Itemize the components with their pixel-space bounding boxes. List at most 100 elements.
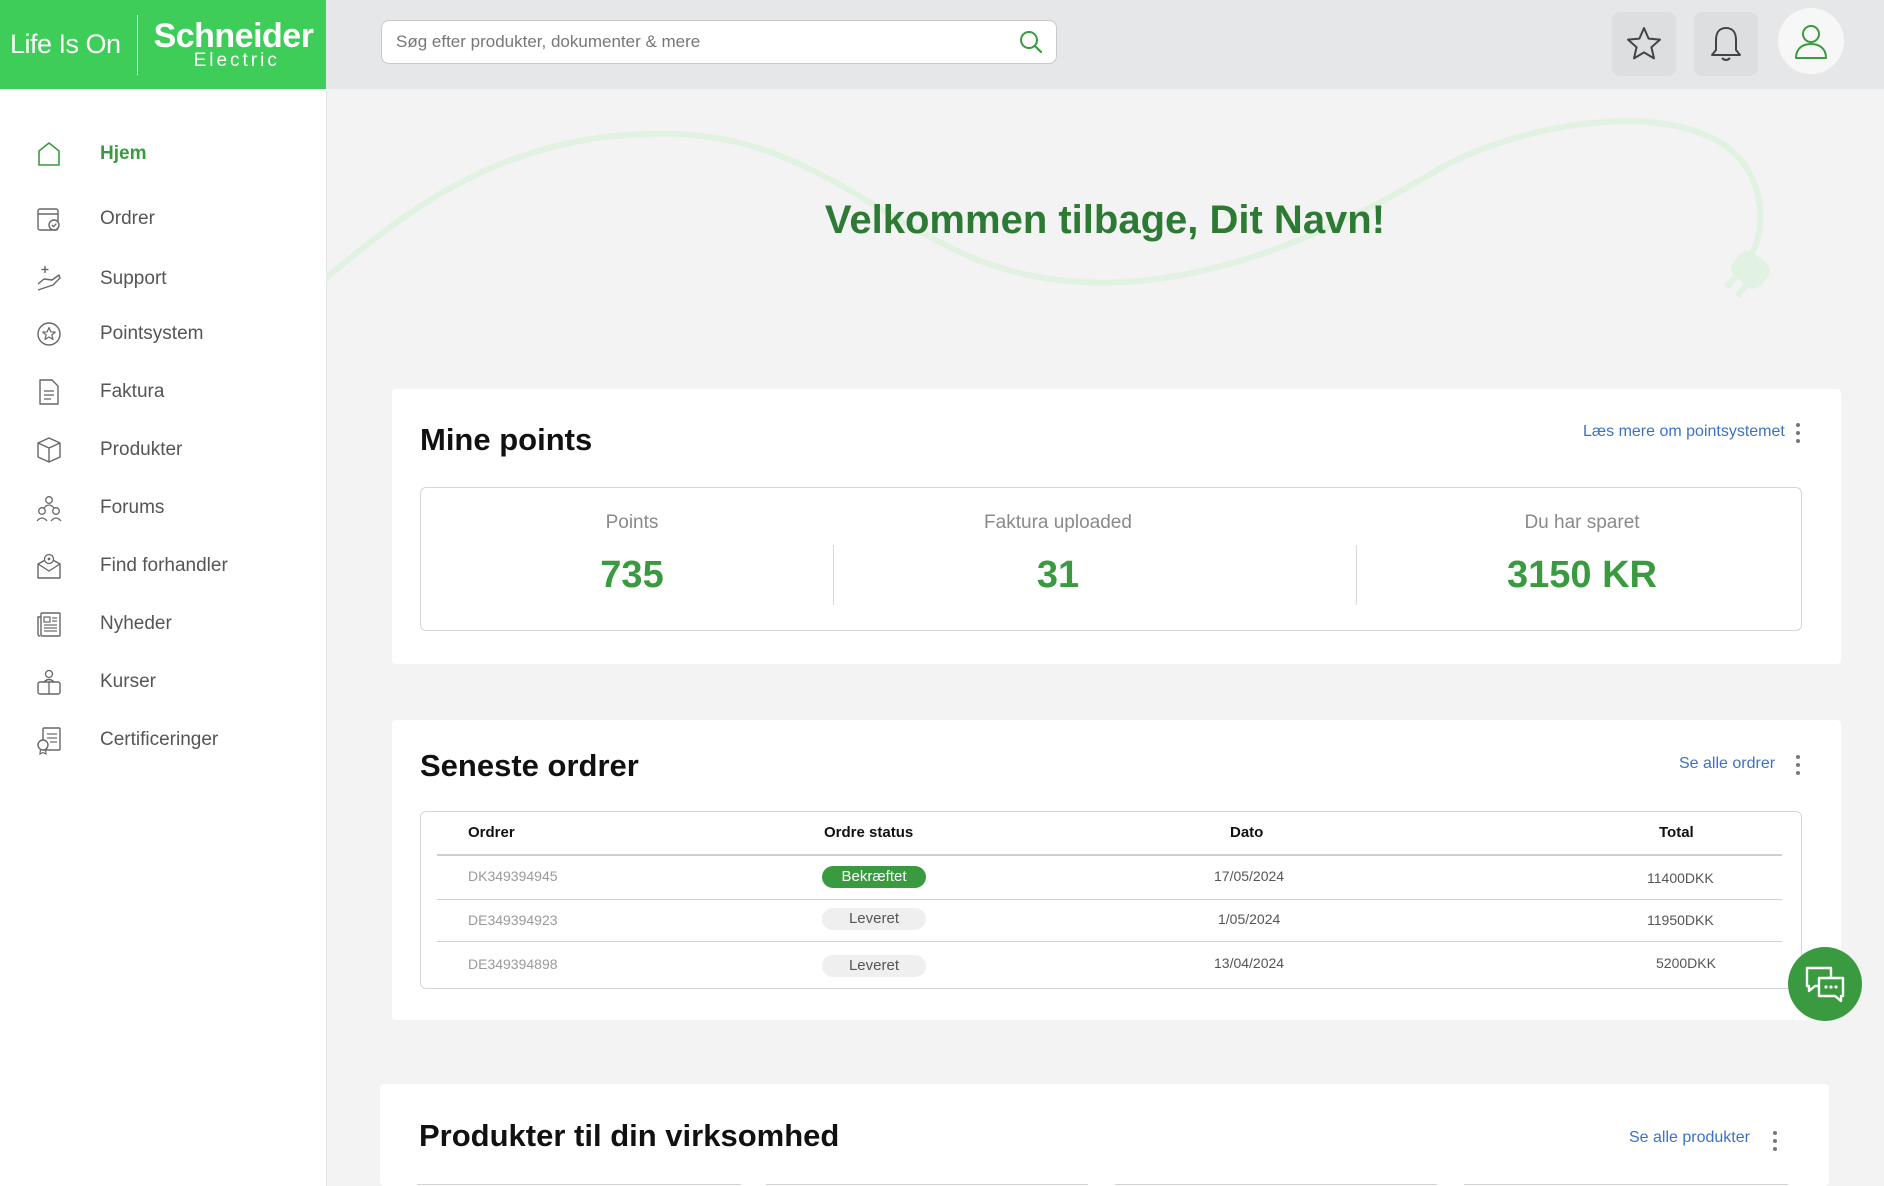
stat-value: 3150 KR: [1507, 554, 1657, 596]
stat-points: Points 735: [421, 488, 843, 630]
people-icon: [36, 496, 62, 522]
courses-icon: [37, 669, 61, 695]
product-card-edge: [417, 1184, 741, 1185]
sidebar-item-label: Nyheder: [100, 613, 172, 634]
brand-logo[interactable]: Life Is On Schneider Electric: [0, 0, 326, 89]
certificate-icon: [37, 727, 61, 755]
sidebar-item-label: Faktura: [100, 381, 165, 402]
stat-invoices: Faktura uploaded 31: [848, 488, 1268, 630]
product-card-edge: [1464, 1184, 1788, 1185]
points-title: Mine points: [420, 422, 593, 457]
orders-more-menu[interactable]: [1794, 755, 1802, 775]
search-icon[interactable]: [1018, 29, 1044, 55]
order-date: 1/05/2024: [1218, 911, 1281, 927]
star-icon: [1627, 27, 1661, 60]
sidebar-item-label: Find forhandler: [100, 555, 228, 576]
box-icon: [37, 437, 61, 463]
points-more-menu[interactable]: [1794, 423, 1802, 443]
sidebar-item-certificeringer[interactable]: Certificeringer: [0, 716, 326, 764]
star-badge-icon: [37, 322, 61, 346]
order-id[interactable]: DE349394923: [468, 912, 558, 928]
see-all-products-link[interactable]: Se alle produkter: [1629, 1129, 1750, 1147]
invoice-icon: [39, 379, 59, 405]
sidebar-item-label: Produkter: [100, 439, 183, 460]
sidebar-item-pointsystem[interactable]: Pointsystem: [0, 310, 326, 358]
sidebar-item-label: Forums: [100, 497, 165, 518]
sidebar-item-label: Support: [100, 268, 167, 289]
life-is-on-logo: Life Is On: [10, 29, 121, 59]
sidebar-item-nyheder[interactable]: Nyheder: [0, 600, 326, 648]
row-divider: [437, 899, 1782, 900]
search-input[interactable]: [396, 32, 1018, 52]
orders-icon: [37, 208, 60, 231]
status-badge: Leveret: [822, 955, 926, 977]
brand-sub: Electric: [193, 50, 280, 71]
product-card-edge: [766, 1184, 1088, 1185]
order-date: 17/05/2024: [1214, 868, 1285, 884]
stat-label: Faktura uploaded: [984, 512, 1132, 533]
chat-button[interactable]: [1788, 947, 1862, 1021]
sidebar-item-label: Hjem: [100, 143, 147, 164]
column-header: Dato: [1230, 824, 1264, 841]
points-card: Mine points Læs mere om pointsystemet Po…: [392, 389, 1841, 664]
sidebar-item-hjem[interactable]: Hjem: [0, 130, 326, 178]
orders-title: Seneste ordrer: [420, 748, 639, 783]
sidebar: Hjem Ordrer Support Pointsystem Faktura …: [0, 89, 327, 1186]
order-total: 5200DKK: [1656, 955, 1716, 971]
products-card: Produkter til din virksomhed Se alle pro…: [380, 1084, 1829, 1186]
header-divider: [437, 854, 1782, 856]
product-card-edge: [1115, 1184, 1437, 1185]
see-all-orders-link[interactable]: Se alle ordrer: [1679, 755, 1775, 773]
logo-divider: [136, 14, 138, 75]
order-date: 13/04/2024: [1214, 955, 1285, 971]
stat-divider: [1356, 545, 1357, 605]
support-icon: [37, 266, 61, 291]
products-more-menu[interactable]: [1771, 1131, 1779, 1151]
home-icon: [38, 142, 60, 166]
column-header: Total: [1659, 824, 1694, 841]
notifications-button[interactable]: [1694, 12, 1758, 76]
favorites-button[interactable]: [1612, 12, 1676, 76]
dealer-map-icon: [37, 553, 61, 579]
points-info-link[interactable]: Læs mere om pointsystemet: [1583, 423, 1785, 441]
stat-value: 735: [600, 554, 664, 596]
stat-divider: [833, 545, 834, 605]
column-header: Ordrer: [468, 824, 515, 841]
row-divider: [437, 941, 1782, 942]
order-id[interactable]: DK349394945: [468, 868, 558, 884]
sidebar-item-support[interactable]: Support: [0, 255, 326, 303]
stat-label: Du har sparet: [1524, 512, 1640, 533]
sidebar-item-find-forhandler[interactable]: Find forhandler: [0, 542, 326, 590]
sidebar-item-label: Ordrer: [100, 208, 155, 229]
order-total: 11950DKK: [1647, 912, 1714, 928]
welcome-heading: Velkommen tilbage, Dit Navn!: [824, 198, 1386, 242]
sidebar-item-label: Kurser: [100, 671, 156, 692]
user-profile-button[interactable]: [1778, 8, 1844, 74]
sidebar-item-produkter[interactable]: Produkter: [0, 426, 326, 474]
order-id[interactable]: DE349394898: [468, 956, 558, 972]
status-badge: Leveret: [822, 908, 926, 930]
chat-icon: [1805, 966, 1845, 1003]
brand-name: Schneider: [153, 17, 314, 55]
points-stats-box: Points 735 Faktura uploaded 31 Du har sp…: [420, 487, 1802, 631]
search-bar[interactable]: [381, 20, 1057, 64]
sidebar-item-ordrer[interactable]: Ordrer: [0, 195, 326, 243]
sidebar-item-faktura[interactable]: Faktura: [0, 368, 326, 416]
column-header: Ordre status: [824, 824, 914, 841]
bell-icon: [1711, 27, 1741, 61]
products-title: Produkter til din virksomhed: [419, 1118, 840, 1153]
status-badge: Bekræftet: [822, 866, 926, 888]
orders-table: Ordrer Ordre status Dato Total DK3493949…: [420, 811, 1802, 989]
news-icon: [37, 612, 61, 637]
sidebar-item-kurser[interactable]: Kurser: [0, 658, 326, 706]
order-total: 11400DKK: [1647, 870, 1714, 886]
top-bar: [326, 0, 1884, 89]
schneider-electric-logo: Schneider Electric: [154, 19, 314, 70]
sidebar-item-label: Certificeringer: [100, 729, 219, 750]
stat-value: 31: [1036, 554, 1080, 596]
orders-card: Seneste ordrer Se alle ordrer Ordrer Ord…: [392, 720, 1841, 1020]
user-icon: [1795, 25, 1827, 59]
stat-saved: Du har sparet 3150 KR: [1361, 488, 1803, 630]
stat-label: Points: [605, 512, 659, 533]
sidebar-item-forums[interactable]: Forums: [0, 484, 326, 532]
